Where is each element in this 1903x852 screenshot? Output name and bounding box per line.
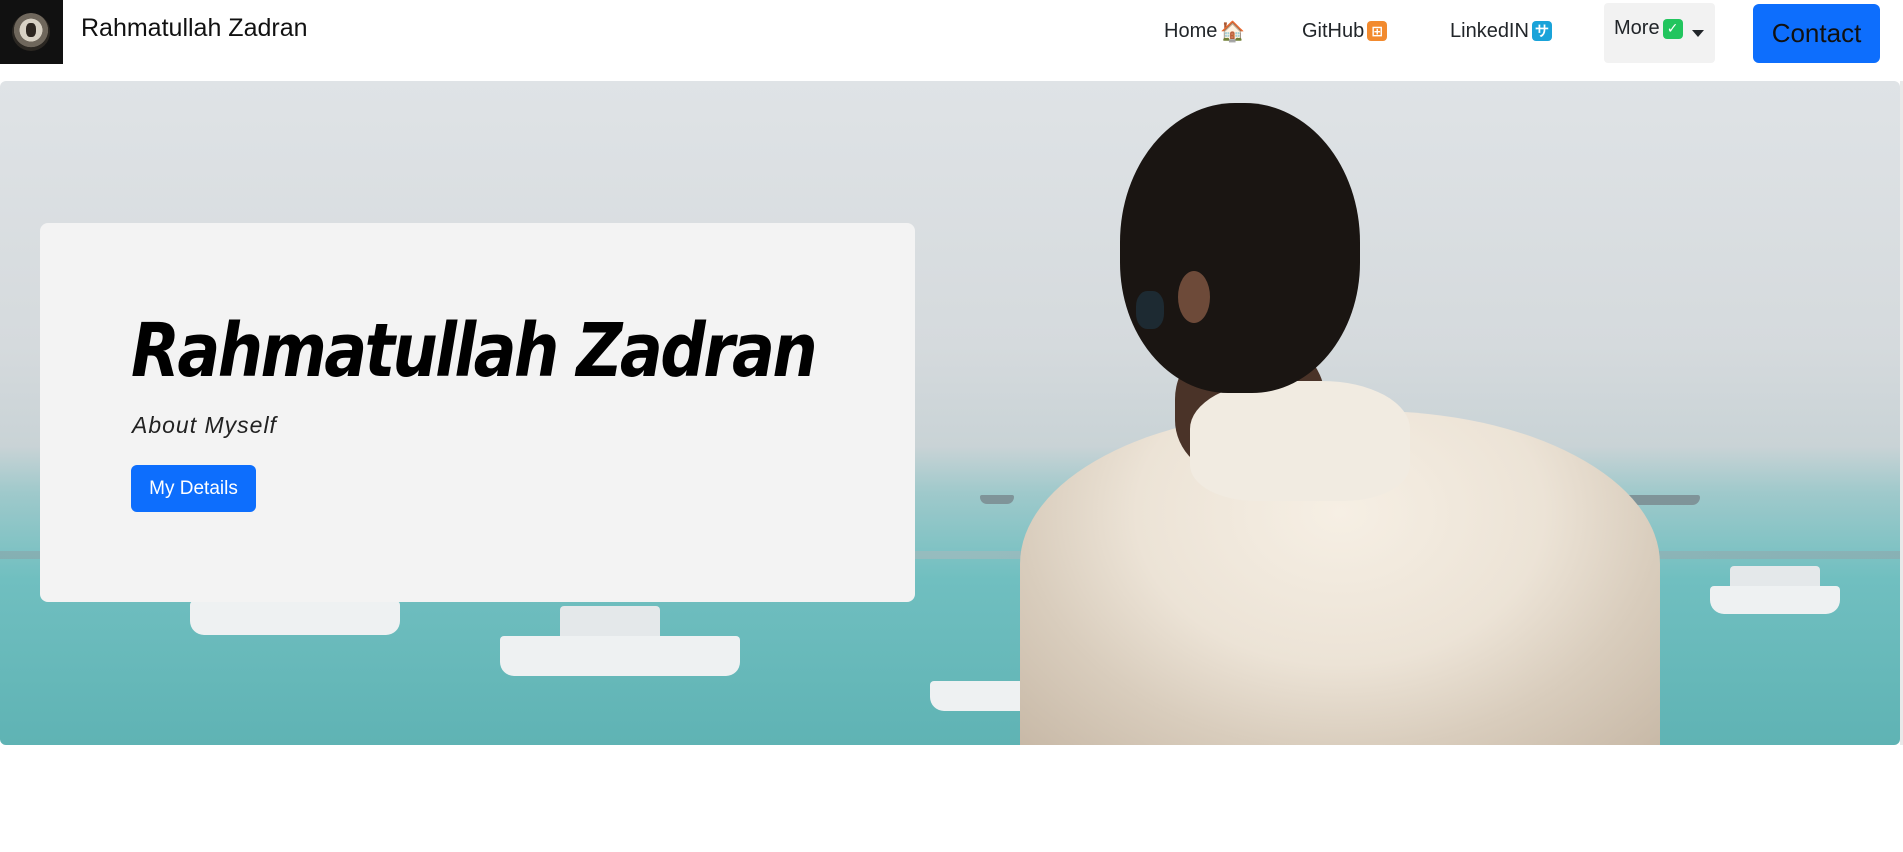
hero-subtitle: About Myself: [132, 412, 277, 438]
caret-down-icon: [1692, 30, 1704, 37]
more-label: More: [1614, 17, 1660, 39]
nav-home-label: Home: [1164, 19, 1218, 42]
more-dropdown[interactable]: More ✓: [1604, 3, 1715, 63]
blue-square-icon: サ: [1531, 21, 1552, 41]
navbar: Rahmatullah Zadran Home 🏠 GitHub ⊞ Linke…: [0, 0, 1903, 80]
sunglasses: [1136, 291, 1164, 329]
person-head: [1120, 103, 1360, 393]
hero-card: Rahmatullah Zadran About Myself My Detai…: [40, 223, 915, 602]
avatar-photo: [12, 13, 50, 51]
nav-github-link[interactable]: GitHub ⊞: [1302, 16, 1388, 46]
brand-avatar[interactable]: [0, 0, 63, 64]
brand-name[interactable]: Rahmatullah Zadran: [81, 14, 308, 43]
my-details-button[interactable]: My Details: [131, 465, 256, 512]
contact-button[interactable]: Contact: [1753, 4, 1880, 63]
hero-section: Rahmatullah Zadran About Myself My Detai…: [0, 81, 1900, 745]
nav-home-link[interactable]: Home 🏠: [1164, 16, 1245, 46]
nav-github-label: GitHub: [1302, 19, 1365, 42]
check-mark-icon: ✓: [1662, 18, 1683, 39]
house-icon: 🏠: [1220, 20, 1246, 43]
person-ear: [1178, 271, 1210, 323]
nav-linkedin-label: LinkedIN: [1450, 19, 1529, 42]
orange-square-icon: ⊞: [1367, 21, 1388, 41]
person-collar: [1190, 381, 1410, 501]
nav-linkedin-link[interactable]: LinkedIN サ: [1450, 16, 1552, 46]
hero-title: Rahmatullah Zadran: [131, 308, 818, 394]
